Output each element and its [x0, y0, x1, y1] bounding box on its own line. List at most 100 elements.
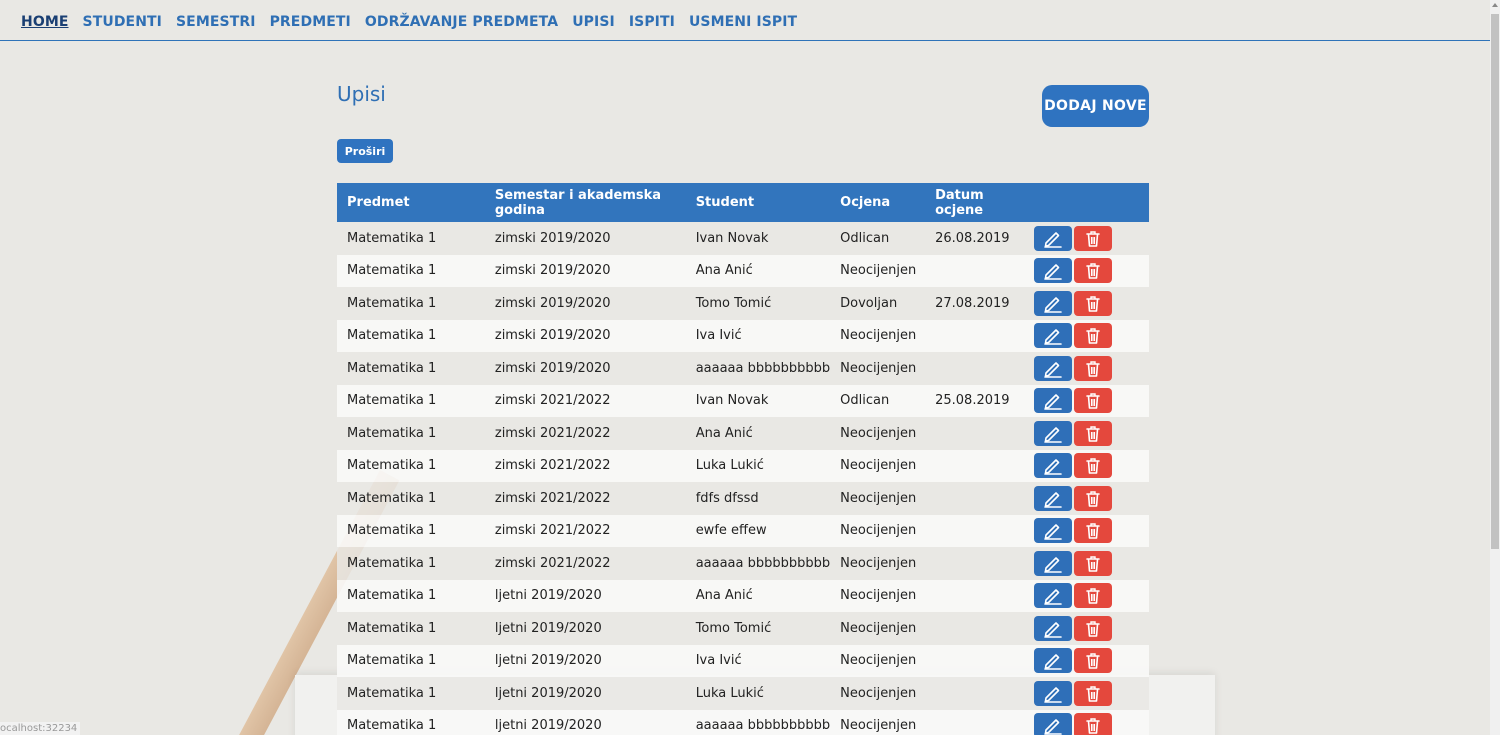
cell-grade-date — [925, 482, 1031, 515]
delete-button[interactable] — [1074, 453, 1113, 479]
delete-button[interactable] — [1074, 290, 1113, 316]
cell-semester: ljetni 2019/2020 — [494, 620, 602, 636]
cell-student: Ivan Novak — [695, 230, 769, 246]
cell-subject: Matematika 1 — [347, 230, 437, 246]
cell-grade-date: 26.08.2019 — [935, 230, 1010, 246]
cell-semester: zimski 2019/2020 — [494, 328, 611, 344]
column-header-semester[interactable]: Semestar i akademska godina — [485, 183, 686, 222]
cell-semester: zimski 2019/2020 — [494, 295, 611, 311]
cell-student: Tomo Tomić — [695, 620, 772, 636]
nav-item-predmeti[interactable]: PREDMETI — [270, 14, 351, 30]
scroll-up-arrow-icon[interactable] — [1492, 3, 1498, 7]
delete-button[interactable] — [1074, 420, 1113, 446]
cell-actions — [1031, 385, 1149, 418]
edit-button[interactable] — [1034, 388, 1073, 414]
cell-grade: Neocijenjen — [840, 490, 917, 506]
delete-button[interactable] — [1074, 388, 1113, 414]
nav-item-odr-avanje-predmeta[interactable]: ODRŽAVANJE PREDMETA — [365, 14, 558, 30]
cell-semester: zimski 2019/2020 — [494, 360, 611, 376]
cell-subject: Matematika 1 — [347, 653, 437, 669]
cell-student: aaaaaa bbbbbbbbbb — [695, 718, 831, 734]
edit-button[interactable] — [1034, 615, 1073, 641]
delete-button[interactable] — [1074, 323, 1113, 349]
delete-button[interactable] — [1074, 355, 1113, 381]
cell-grade-date — [925, 645, 1031, 678]
delete-button[interactable] — [1074, 550, 1113, 576]
edit-button[interactable] — [1034, 713, 1073, 735]
cell-grade: Neocijenjen — [840, 523, 917, 539]
scrollbar-thumb[interactable] — [1491, 14, 1499, 549]
delete-button[interactable] — [1074, 615, 1113, 641]
expand-button[interactable]: Proširi — [337, 139, 393, 163]
delete-button[interactable] — [1074, 680, 1113, 706]
edit-button[interactable] — [1034, 323, 1073, 349]
delete-button[interactable] — [1074, 518, 1113, 544]
cell-actions — [1031, 677, 1149, 710]
cell-grade-date — [925, 450, 1031, 483]
table-row: Matematika 1 zimski 2019/2020 Tomo Tomić Do… — [337, 287, 1149, 320]
table-row: Matematika 1 ljetni 2019/2020 aaaaaa bbbbb… — [337, 709, 1149, 735]
edit-button[interactable] — [1034, 648, 1073, 674]
add-new-button[interactable]: DODAJ NOVE — [1042, 85, 1149, 127]
cell-actions — [1031, 255, 1149, 288]
edit-button[interactable] — [1034, 518, 1073, 544]
nav-item-upisi[interactable]: UPISI — [572, 14, 615, 30]
nav-item-home[interactable]: HOME — [21, 14, 69, 30]
nav-item-ispiti[interactable]: ISPITI — [629, 14, 675, 30]
table-row: Matematika 1 ljetni 2019/2020 Iva Ivić Neoc… — [337, 644, 1149, 678]
table-row: Matematika 1 zimski 2021/2022 fdfs dfssd Ne… — [337, 482, 1149, 515]
edit-button[interactable] — [1034, 290, 1073, 316]
cell-grade-date — [925, 677, 1031, 710]
cell-student: Ivan Novak — [695, 393, 769, 409]
delete-button[interactable] — [1074, 648, 1113, 674]
edit-button[interactable] — [1034, 225, 1073, 251]
edit-button[interactable] — [1034, 680, 1073, 706]
delete-button[interactable] — [1074, 485, 1113, 511]
column-header-grade-date[interactable]: Datum ocjene — [925, 183, 1031, 222]
cell-grade-date — [925, 547, 1031, 580]
cell-subject: Matematika 1 — [347, 490, 437, 506]
delete-button[interactable] — [1074, 713, 1113, 735]
cell-student: Iva Ivić — [695, 653, 742, 669]
cell-grade-date — [925, 320, 1031, 353]
cell-grade-date — [925, 352, 1031, 385]
table-row: Matematika 1 zimski 2019/2020 Ivan Novak Od… — [337, 222, 1149, 255]
cell-student: Tomo Tomić — [695, 295, 772, 311]
table-header-row: Predmet Semestar i akademska godina Stud… — [337, 183, 1149, 222]
cell-grade: Dovoljan — [840, 295, 898, 311]
nav-item-studenti[interactable]: STUDENTI — [83, 14, 162, 30]
nav-item-semestri[interactable]: SEMESTRI — [176, 14, 256, 30]
column-header-student[interactable]: Student — [686, 183, 830, 222]
cell-semester: zimski 2021/2022 — [494, 490, 611, 506]
nav-item-usmeni-ispit[interactable]: USMENI ISPIT — [689, 14, 797, 30]
delete-button[interactable] — [1074, 258, 1113, 284]
cell-grade: Neocijenjen — [840, 360, 917, 376]
edit-button[interactable] — [1034, 258, 1073, 284]
cell-actions — [1031, 482, 1149, 515]
table-row: Matematika 1 zimski 2019/2020 Iva Ivić Neoc… — [337, 319, 1149, 353]
cell-grade: Neocijenjen — [840, 555, 917, 571]
vertical-scrollbar[interactable] — [1490, 0, 1500, 735]
cell-grade-date: 27.08.2019 — [935, 295, 1010, 311]
edit-button[interactable] — [1034, 355, 1073, 381]
cell-subject: Matematika 1 — [347, 685, 437, 701]
column-header-grade[interactable]: Ocjena — [830, 183, 925, 222]
edit-button[interactable] — [1034, 583, 1073, 609]
column-header-subject[interactable]: Predmet — [337, 183, 485, 222]
cell-semester: ljetni 2019/2020 — [494, 588, 602, 604]
cell-student: Ana Anić — [695, 263, 753, 279]
table-body: Matematika 1 zimski 2019/2020 Ivan Novak Od… — [337, 222, 1149, 735]
edit-button[interactable] — [1034, 420, 1073, 446]
table-row: Matematika 1 ljetni 2019/2020 Luka Lukić Ne… — [337, 677, 1149, 710]
delete-button[interactable] — [1074, 225, 1113, 251]
edit-button[interactable] — [1034, 550, 1073, 576]
cell-grade: Neocijenjen — [840, 425, 917, 441]
edit-button[interactable] — [1034, 485, 1073, 511]
cell-grade: Neocijenjen — [840, 263, 917, 279]
cell-grade: Neocijenjen — [840, 620, 917, 636]
table-row: Matematika 1 zimski 2019/2020 aaaaaa bbbbb… — [337, 352, 1149, 385]
cell-subject: Matematika 1 — [347, 425, 437, 441]
delete-button[interactable] — [1074, 583, 1113, 609]
edit-button[interactable] — [1034, 453, 1073, 479]
cell-semester: zimski 2021/2022 — [494, 425, 611, 441]
